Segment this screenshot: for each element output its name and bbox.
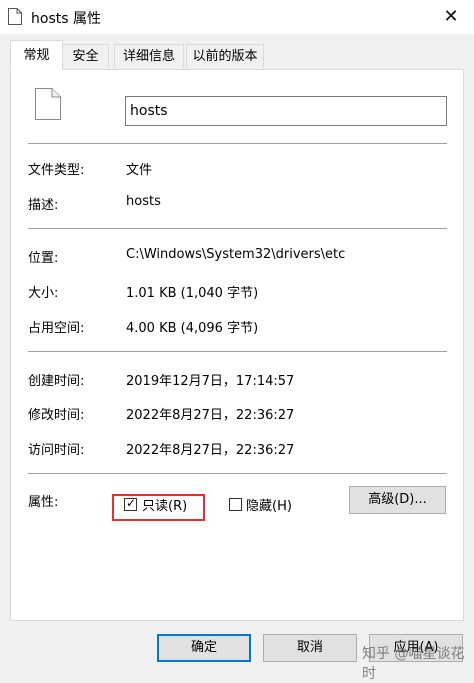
file-type-label: 文件类型: [28, 163, 85, 178]
created-value: 2019年12月7日，17:14:57 [126, 374, 295, 389]
size-value: 1.01 KB (1,040 字节) [126, 286, 259, 301]
created-label: 创建时间: [28, 374, 85, 389]
tab-general[interactable]: 常规 [10, 40, 63, 70]
general-panel: 文件类型: 文件 描述: hosts 位置: C:\Windows\System… [10, 69, 464, 621]
highlight-box [112, 494, 205, 521]
modified-label: 修改时间: [28, 408, 85, 423]
size-label: 大小: [28, 286, 59, 301]
modified-value: 2022年8月27日，22:36:27 [126, 408, 295, 423]
tab-details[interactable]: 详细信息 [114, 44, 184, 68]
cancel-button[interactable]: 取消 [263, 634, 357, 662]
hidden-label[interactable]: 隐藏(H) [246, 495, 292, 514]
advanced-button[interactable]: 高级(D)... [349, 486, 446, 514]
description-value: hosts [126, 194, 161, 209]
file-name-input[interactable] [125, 96, 447, 126]
accessed-value: 2022年8月27日，22:36:27 [126, 443, 295, 458]
size-on-disk-label: 占用空间: [28, 321, 85, 336]
separator [28, 143, 447, 144]
attributes-label: 属性: [28, 495, 59, 510]
ok-button[interactable]: 确定 [157, 634, 251, 662]
accessed-label: 访问时间: [28, 443, 85, 458]
window-title: hosts 属性 [31, 11, 101, 27]
tab-previous-versions[interactable]: 以前的版本 [186, 44, 264, 68]
location-value: C:\Windows\System32\drivers\etc [126, 247, 346, 262]
size-on-disk-value: 4.00 KB (4,096 字节) [126, 321, 259, 336]
title-bar: hosts 属性 ✕ [0, 0, 474, 34]
tab-security[interactable]: 安全 [62, 44, 109, 68]
file-large-icon [35, 88, 61, 120]
file-icon [8, 8, 22, 25]
hidden-checkbox[interactable] [229, 498, 242, 511]
separator [28, 228, 447, 229]
description-label: 描述: [28, 198, 59, 213]
location-label: 位置: [28, 251, 59, 266]
close-button[interactable]: ✕ [428, 0, 474, 34]
file-type-value: 文件 [126, 163, 153, 178]
separator [28, 473, 447, 474]
separator [28, 351, 447, 352]
watermark: 知乎 @喵星谈花时 [362, 646, 465, 682]
